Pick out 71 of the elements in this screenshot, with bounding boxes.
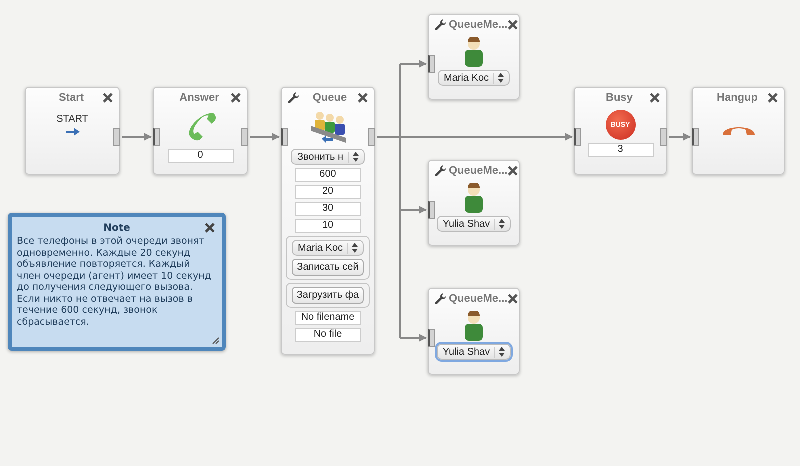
start-label: START (56, 114, 88, 125)
node-title: Start (58, 92, 86, 104)
input-field[interactable]: 20 (295, 185, 361, 199)
node-card[interactable]: Queue Звонить н 600 20 30 10 Maria Koc Записать сей Загрузить фа No filename No file (281, 87, 375, 355)
node-card[interactable]: Answer 0 (153, 87, 248, 175)
input-field[interactable]: No filename (295, 311, 361, 325)
action-button[interactable]: Загрузить фа (292, 287, 364, 304)
node-card[interactable]: QueueMe... Yulia Shav (428, 288, 520, 375)
node-title: QueueMe... (448, 165, 508, 177)
input-field[interactable]: 3 (588, 143, 654, 157)
action-button[interactable]: Записать сей (292, 259, 364, 276)
dropdown[interactable]: Yulia Shav (436, 216, 512, 232)
connector-arrow (400, 206, 427, 214)
node-title: Hangup (716, 92, 759, 104)
node-card[interactable]: QueueMe... Maria Koc (428, 14, 520, 100)
dropdown[interactable]: Maria Koc (438, 70, 510, 86)
close-icon[interactable] (508, 294, 518, 304)
connector-arrow (400, 60, 427, 68)
updown-icon (499, 347, 506, 357)
note-text: Все телефоны в этой очереди звонят одновременно. Каждые 20 секунд объявление повторяется. Каждый член очереди (агент) имеет 10 секунд до получения следующего вызова. Если никто не отвечает на вызов в течение 600 секунд, звонок сбрасывается. (17, 236, 212, 328)
close-icon[interactable] (231, 93, 241, 103)
connector-arrow (122, 133, 152, 141)
person-icon (463, 183, 485, 213)
wrench-icon[interactable] (288, 92, 300, 104)
node-title: Queue (312, 92, 348, 104)
input-field[interactable]: No file (295, 328, 361, 342)
input-port[interactable] (428, 55, 435, 73)
input-port[interactable] (428, 329, 435, 347)
resize-grip-icon[interactable] (212, 337, 219, 344)
close-icon[interactable] (205, 223, 215, 233)
dropdown[interactable]: Yulia Shav (436, 344, 512, 360)
input-field[interactable]: 10 (295, 219, 361, 233)
node-title: QueueMe... (448, 293, 508, 305)
input-field[interactable]: 600 (295, 168, 361, 182)
input-port[interactable] (574, 128, 581, 146)
node-card[interactable]: Hangup (692, 87, 785, 175)
close-icon[interactable] (508, 166, 518, 176)
node-title: QueueMe... (448, 19, 508, 31)
connector-arrow (250, 133, 280, 141)
person-icon (463, 311, 485, 341)
wrench-icon[interactable] (435, 19, 447, 31)
person-icon (463, 37, 485, 67)
connector-arrow (669, 133, 691, 141)
input-port[interactable] (692, 128, 699, 146)
phone-icon (722, 126, 756, 136)
dropdown[interactable]: Maria Koc (292, 240, 364, 256)
connector-arrow (400, 334, 427, 342)
input-field[interactable]: 30 (295, 202, 361, 216)
updown-icon (352, 152, 358, 162)
close-icon[interactable] (508, 20, 518, 30)
input-port[interactable] (428, 201, 435, 219)
node-title: Busy (605, 92, 634, 104)
node-card[interactable]: Start START (25, 87, 120, 175)
close-icon[interactable] (358, 93, 368, 103)
node-card[interactable]: QueueMe... Yulia Shav (428, 160, 520, 246)
close-icon[interactable] (103, 93, 113, 103)
queue-drawing (308, 110, 348, 146)
updown-icon (499, 219, 506, 229)
close-icon[interactable] (650, 93, 660, 103)
arrow-icon (66, 128, 80, 136)
updown-icon (352, 243, 358, 253)
wrench-icon[interactable] (435, 293, 447, 305)
wrench-icon[interactable] (435, 165, 447, 177)
input-field[interactable]: 0 (168, 149, 234, 163)
close-icon[interactable] (768, 93, 778, 103)
note-title: Note (104, 222, 130, 234)
input-port[interactable] (153, 128, 160, 146)
updown-icon (498, 73, 504, 83)
dropdown[interactable]: Звонить н (291, 149, 364, 165)
input-port[interactable] (281, 128, 288, 146)
node-title: Answer (178, 92, 220, 104)
